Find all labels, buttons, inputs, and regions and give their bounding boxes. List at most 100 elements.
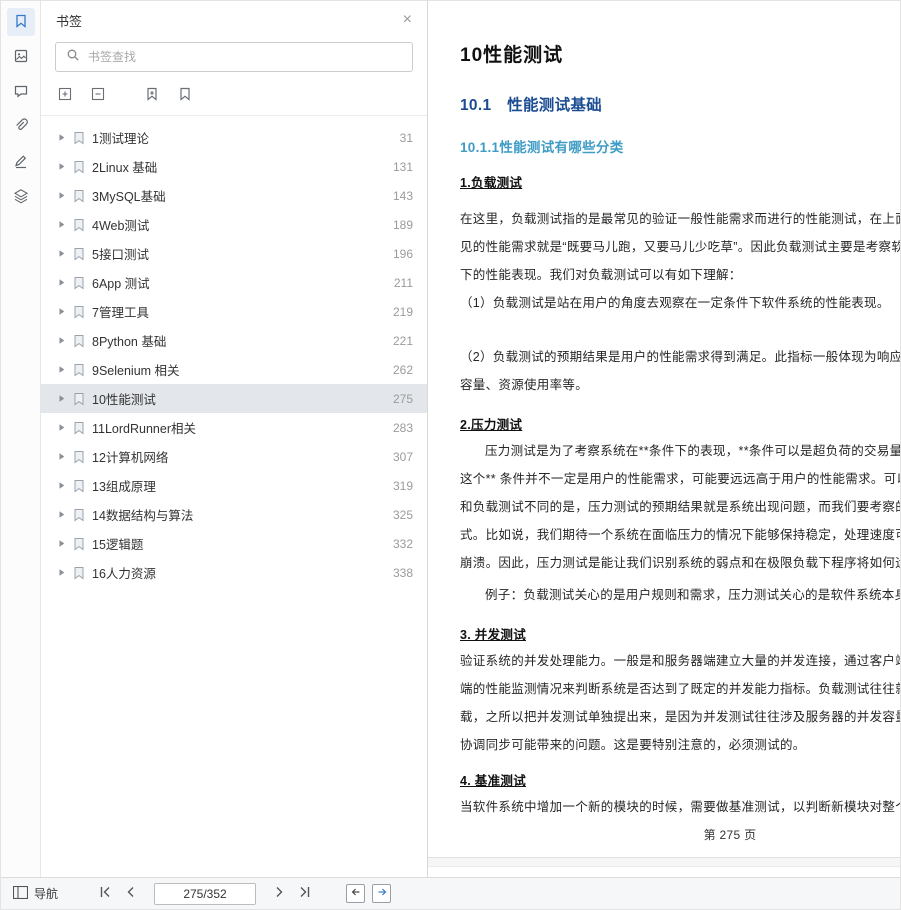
navigation-panel-toggle[interactable]: 导航 (9, 885, 62, 902)
bookmark-item[interactable]: 2Linux 基础 131 (41, 152, 427, 181)
bookmark-item[interactable]: 10性能测试 275 (41, 384, 427, 413)
bookmark-page-number: 275 (393, 392, 413, 406)
attachments-panel-button[interactable] (7, 113, 35, 141)
bookmark-item[interactable]: 8Python 基础 221 (41, 326, 427, 355)
bookmark-label: 5接口测试 (92, 244, 386, 263)
bottom-toolbar: 导航 (1, 877, 900, 909)
bookmark-item[interactable]: 6App 测试 211 (41, 268, 427, 297)
pdf-reader-window: 书签 × (0, 0, 901, 910)
bookmark-label: 9Selenium 相关 (92, 360, 386, 379)
expand-arrow-icon[interactable] (57, 220, 66, 229)
bookmark-icon (73, 566, 85, 580)
expand-arrow-icon[interactable] (57, 278, 66, 287)
expand-arrow-icon[interactable] (57, 162, 66, 171)
bookmark-label: 10性能测试 (92, 389, 386, 408)
bookmark-item[interactable]: 14数据结构与算法 325 (41, 500, 427, 529)
bookmark-label: 3MySQL基础 (92, 186, 386, 205)
collapse-all-button[interactable] (89, 86, 107, 104)
bookmark-flag-button[interactable] (176, 86, 194, 104)
signature-pen-icon (13, 153, 29, 172)
next-page-button[interactable] (266, 883, 292, 905)
layers-panel-button[interactable] (7, 183, 35, 211)
bookmark-label: 1测试理论 (92, 128, 393, 147)
thumbnails-panel-button[interactable] (7, 43, 35, 71)
page-number-input[interactable] (154, 883, 256, 905)
bookmark-flag-icon (177, 86, 193, 105)
bookmark-page-number: 283 (393, 421, 413, 435)
bookmark-label: 7管理工具 (92, 302, 386, 321)
bookmark-icon (73, 189, 85, 203)
page-text-line: 协调同步可能带来的问题。这是要特别注意的，必须测试的。 (460, 731, 900, 759)
page-text-line: （2）负载测试的预期结果是用户的性能需求得到满足。此指标一般体现为响应时间、交易… (460, 343, 900, 371)
bookmark-label: 16人力资源 (92, 563, 386, 582)
bookmark-item[interactable]: 9Selenium 相关 262 (41, 355, 427, 384)
expand-arrow-icon[interactable] (57, 452, 66, 461)
bookmark-page-number: 219 (393, 305, 413, 319)
page-navigation (92, 883, 318, 905)
page-text-line: 当软件系统中增加一个新的模块的时候，需要做基准测试，以判断新模块对整个软件系统的… (460, 793, 900, 821)
expand-arrow-icon[interactable] (57, 249, 66, 258)
expand-arrow-icon[interactable] (57, 539, 66, 548)
bookmark-item[interactable]: 1测试理论 31 (41, 123, 427, 152)
next-page-icon (272, 885, 286, 902)
bookmark-item[interactable]: 5接口测试 196 (41, 239, 427, 268)
bookmarks-panel-button[interactable] (7, 8, 35, 36)
navigation-panel-icon (13, 886, 28, 902)
page-text-line: 例子：负载测试关心的是用户规则和需求，压力测试关心的是软件系统本身。 (460, 581, 900, 609)
expand-arrow-icon[interactable] (57, 365, 66, 374)
bookmark-page-number: 332 (393, 537, 413, 551)
bookmark-label: 6App 测试 (92, 273, 387, 292)
bookmark-search-input[interactable] (88, 50, 402, 64)
previous-page-button[interactable] (118, 883, 144, 905)
bookmark-page-number: 131 (393, 160, 413, 174)
bookmark-icon (73, 218, 85, 232)
expand-all-icon (57, 86, 73, 105)
paperclip-icon (13, 118, 29, 137)
close-panel-icon[interactable]: × (403, 12, 412, 28)
first-page-button[interactable] (92, 883, 118, 905)
page-h3: 10.1.1性能测试有哪些分类 (460, 137, 900, 159)
document-view[interactable]: 10性能测试10.1 性能测试基础10.1.1性能测试有哪些分类1.负载测试在这… (428, 1, 900, 877)
thumbnails-icon (13, 48, 29, 67)
bookmark-item[interactable]: 16人力资源 338 (41, 558, 427, 587)
add-bookmark-button[interactable] (143, 86, 161, 104)
back-view-button[interactable] (346, 884, 365, 903)
expand-arrow-icon[interactable] (57, 133, 66, 142)
page-footer: 第 275 页 (460, 823, 900, 847)
expand-all-button[interactable] (56, 86, 74, 104)
last-page-button[interactable] (292, 883, 318, 905)
bookmark-page-number: 211 (394, 276, 413, 290)
page-text-line: 崩溃。因此，压力测试是能让我们识别系统的弱点和在极限负载下程序将如何运行。 (460, 549, 900, 577)
bookmark-label: 14数据结构与算法 (92, 505, 386, 524)
bookmark-label: 11LordRunner相关 (92, 418, 386, 437)
bookmark-item[interactable]: 3MySQL基础 143 (41, 181, 427, 210)
bookmark-item[interactable]: 13组成原理 319 (41, 471, 427, 500)
bookmark-icon (73, 305, 85, 319)
expand-arrow-icon[interactable] (57, 423, 66, 432)
bookmark-icon (73, 247, 85, 261)
bookmark-item[interactable]: 11LordRunner相关 283 (41, 413, 427, 442)
forward-view-button[interactable] (372, 884, 391, 903)
expand-arrow-icon[interactable] (57, 394, 66, 403)
bookmark-page-number: 262 (393, 363, 413, 377)
expand-arrow-icon[interactable] (57, 336, 66, 345)
page-bold: 2.压力测试 (460, 413, 900, 437)
bookmark-item[interactable]: 12计算机网络 307 (41, 442, 427, 471)
bookmark-item[interactable]: 4Web测试 189 (41, 210, 427, 239)
bookmarks-panel-title: 书签 (56, 11, 82, 30)
bookmark-page-number: 338 (393, 566, 413, 580)
bookmark-item[interactable]: 15逻辑题 332 (41, 529, 427, 558)
expand-arrow-icon[interactable] (57, 568, 66, 577)
bookmark-label: 2Linux 基础 (92, 157, 386, 176)
expand-arrow-icon[interactable] (57, 510, 66, 519)
page-text-line: 载，之所以把并发测试单独提出来，是因为并发测试往往涉及服务器的并发容量，以及多进… (460, 703, 900, 731)
signature-panel-button[interactable] (7, 148, 35, 176)
expand-arrow-icon[interactable] (57, 191, 66, 200)
expand-arrow-icon[interactable] (57, 481, 66, 490)
expand-arrow-icon[interactable] (57, 307, 66, 316)
bookmark-icon (73, 537, 85, 551)
bookmark-item[interactable]: 7管理工具 219 (41, 297, 427, 326)
bookmark-icon (73, 479, 85, 493)
page-text-line: （1）负载测试是站在用户的角度去观察在一定条件下软件系统的性能表现。 (460, 289, 900, 317)
comments-panel-button[interactable] (7, 78, 35, 106)
